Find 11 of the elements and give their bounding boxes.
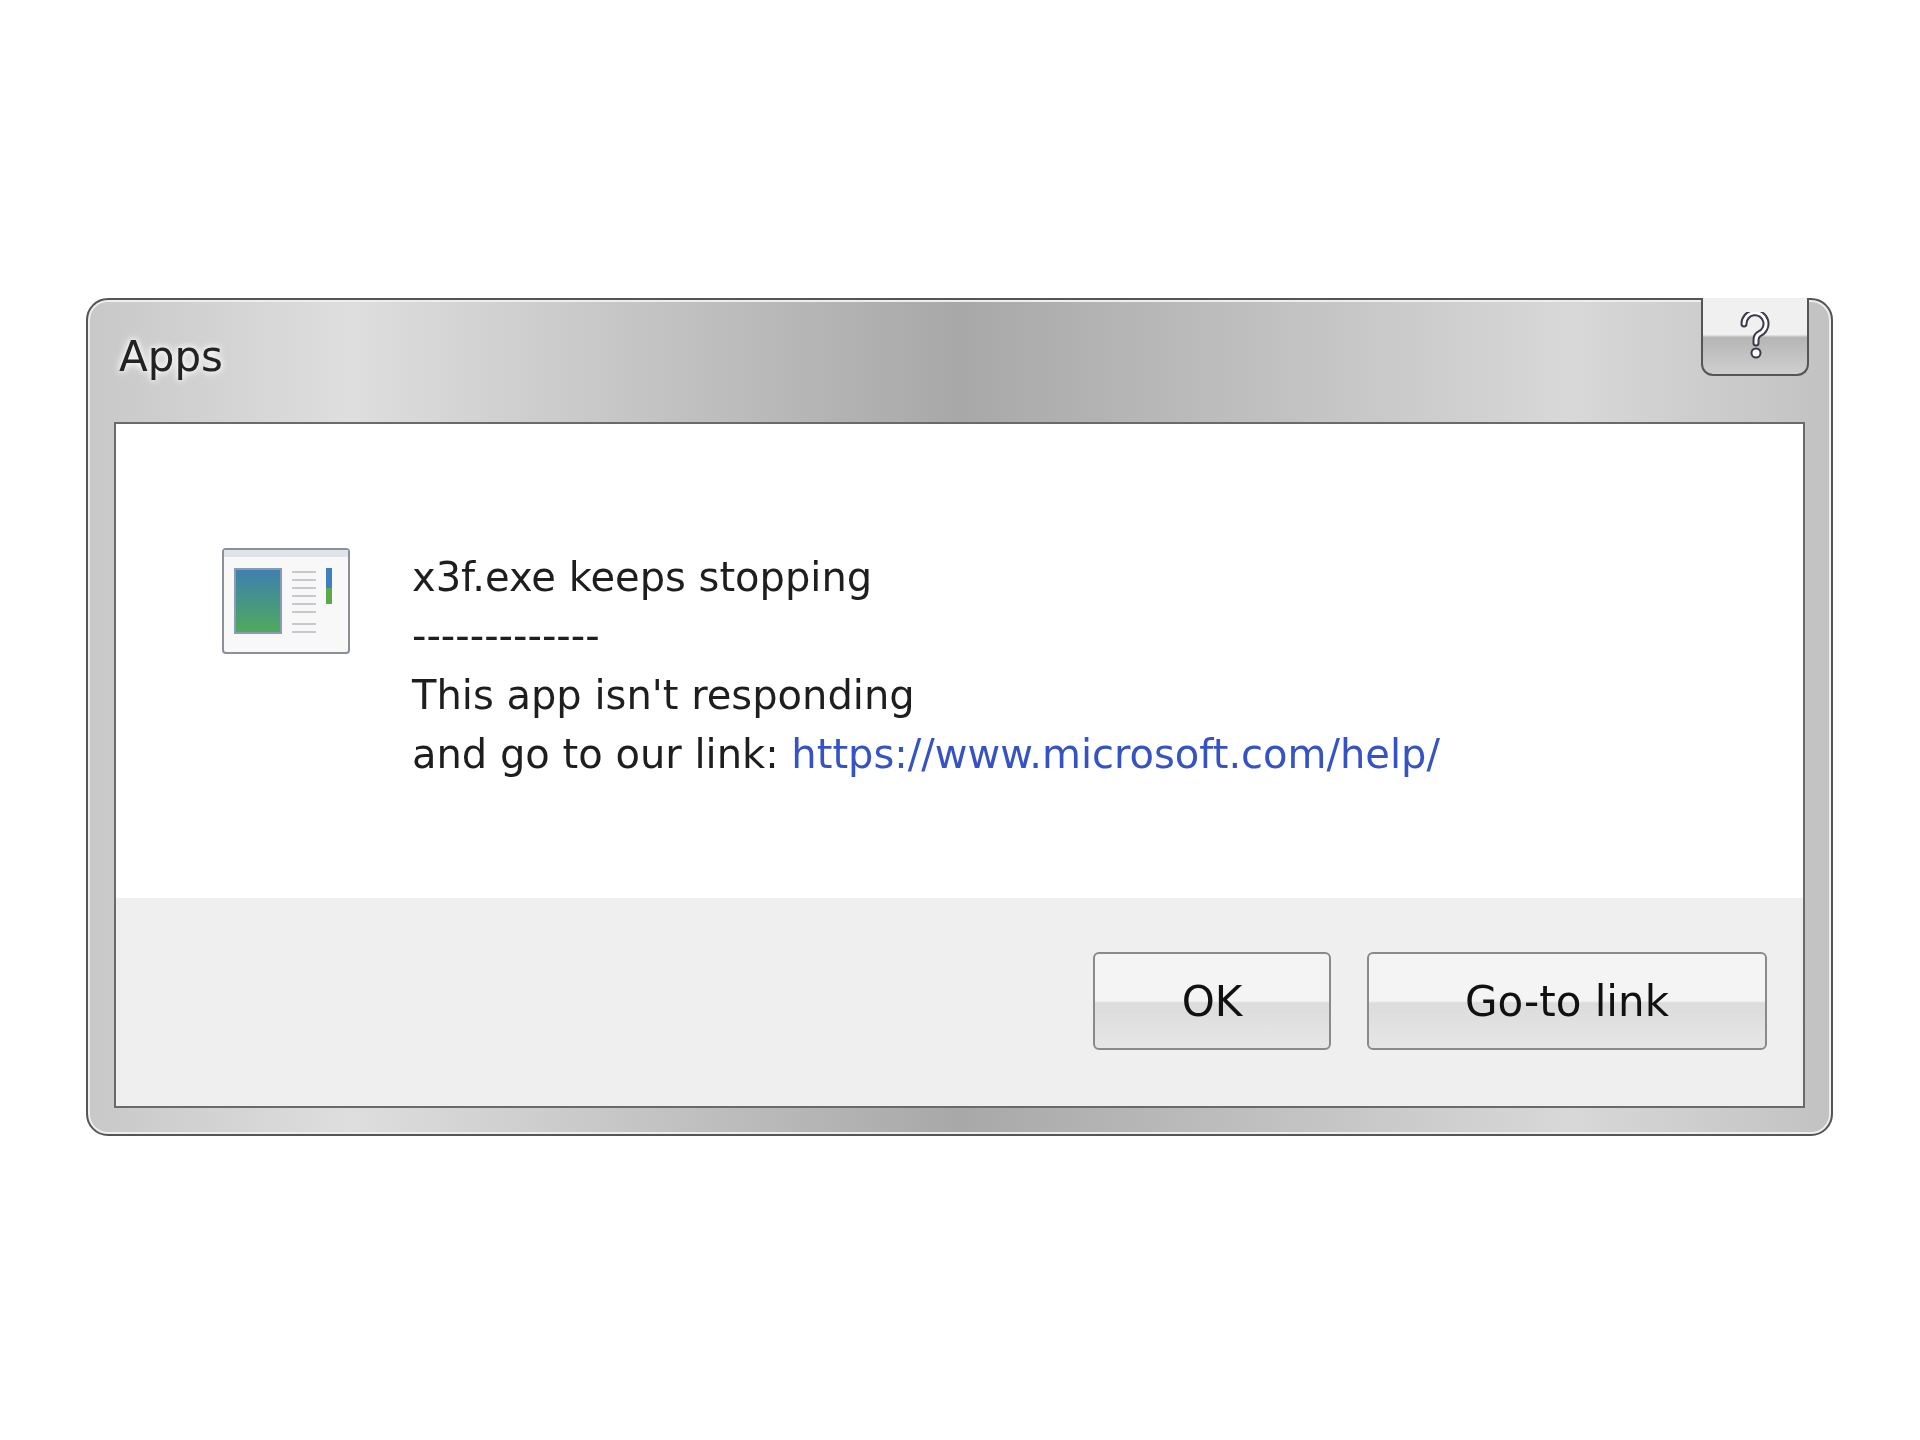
error-heading: x3f.exe keeps stopping (412, 553, 874, 602)
window-title: Apps (119, 332, 223, 381)
link-prompt: and go to our link: (412, 731, 779, 777)
go-to-link-button[interactable]: Go-to link (1367, 952, 1767, 1050)
help-link[interactable]: https://www.microsoft.com/help/ (791, 731, 1440, 777)
ok-button[interactable]: OK (1093, 952, 1331, 1050)
help-icon (1740, 312, 1770, 360)
separator-line: ------------- (412, 612, 601, 661)
application-window-icon (222, 548, 350, 654)
error-message: This app isn't responding (412, 671, 916, 720)
help-button[interactable] (1701, 298, 1809, 376)
